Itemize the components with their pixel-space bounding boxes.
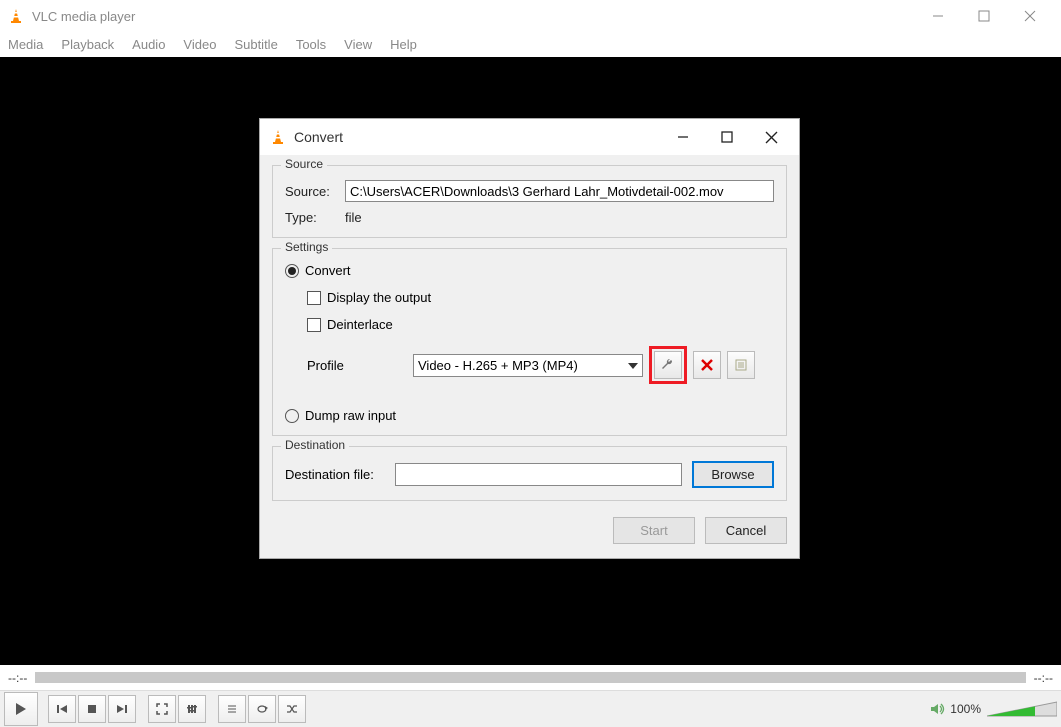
main-titlebar: VLC media player	[0, 0, 1061, 32]
wrench-icon	[660, 357, 676, 373]
fullscreen-button[interactable]	[148, 695, 176, 723]
source-input[interactable]	[345, 180, 774, 202]
display-output-label: Display the output	[327, 290, 431, 305]
edit-profile-highlight	[649, 346, 687, 384]
menu-playback[interactable]: Playback	[61, 37, 114, 52]
source-label: Source:	[285, 184, 345, 199]
close-button[interactable]	[1007, 0, 1053, 32]
browse-button[interactable]: Browse	[692, 461, 774, 488]
menu-audio[interactable]: Audio	[132, 37, 165, 52]
dialog-maximize-button[interactable]	[709, 123, 745, 151]
dialog-minimize-button[interactable]	[665, 123, 701, 151]
menu-tools[interactable]: Tools	[296, 37, 326, 52]
vlc-cone-icon	[8, 8, 24, 24]
settings-legend: Settings	[281, 240, 332, 254]
menu-subtitle[interactable]: Subtitle	[234, 37, 277, 52]
destination-input[interactable]	[395, 463, 682, 486]
source-legend: Source	[281, 157, 327, 171]
delete-profile-button[interactable]	[693, 351, 721, 379]
destination-label: Destination file:	[285, 467, 385, 482]
checkbox-icon	[307, 318, 321, 332]
new-profile-button[interactable]	[727, 351, 755, 379]
convert-radio-label: Convert	[305, 263, 351, 278]
dialog-title: Convert	[294, 129, 665, 145]
seek-track[interactable]	[35, 672, 1025, 683]
time-remaining: --:--	[1034, 671, 1053, 685]
random-button[interactable]	[278, 695, 306, 723]
maximize-button[interactable]	[961, 0, 1007, 32]
deinterlace-checkbox[interactable]: Deinterlace	[307, 317, 774, 332]
menu-help[interactable]: Help	[390, 37, 417, 52]
controls-bar: 100%	[0, 690, 1061, 727]
start-button[interactable]: Start	[613, 517, 695, 544]
display-output-checkbox[interactable]: Display the output	[307, 290, 774, 305]
volume-percent: 100%	[950, 702, 981, 716]
profile-value: Video - H.265 + MP3 (MP4)	[418, 358, 578, 373]
dump-raw-radio[interactable]: Dump raw input	[285, 408, 774, 423]
chevron-down-icon	[628, 359, 638, 374]
dialog-titlebar: Convert	[260, 119, 799, 155]
type-label: Type:	[285, 210, 345, 225]
stop-button[interactable]	[78, 695, 106, 723]
destination-groupbox: Destination Destination file: Browse	[272, 446, 787, 501]
profile-label: Profile	[307, 358, 407, 373]
menu-video[interactable]: Video	[183, 37, 216, 52]
minimize-button[interactable]	[915, 0, 961, 32]
main-title: VLC media player	[32, 9, 915, 24]
volume-slider[interactable]	[987, 700, 1057, 718]
radio-icon	[285, 409, 299, 423]
deinterlace-label: Deinterlace	[327, 317, 393, 332]
edit-profile-button[interactable]	[654, 351, 682, 379]
play-button[interactable]	[4, 692, 38, 726]
x-icon	[700, 358, 714, 372]
convert-dialog: Convert Source Source: Type: file Settin…	[259, 118, 800, 559]
source-groupbox: Source Source: Type: file	[272, 165, 787, 238]
new-profile-icon	[734, 358, 748, 372]
seekbar: --:-- --:--	[0, 665, 1061, 690]
playlist-button[interactable]	[218, 695, 246, 723]
convert-radio[interactable]: Convert	[285, 263, 774, 278]
speaker-icon[interactable]	[930, 702, 946, 716]
dialog-close-button[interactable]	[753, 123, 789, 151]
prev-button[interactable]	[48, 695, 76, 723]
dump-raw-label: Dump raw input	[305, 408, 396, 423]
menu-view[interactable]: View	[344, 37, 372, 52]
radio-icon	[285, 264, 299, 278]
menu-media[interactable]: Media	[8, 37, 43, 52]
cancel-button[interactable]: Cancel	[705, 517, 787, 544]
checkbox-icon	[307, 291, 321, 305]
settings-groupbox: Settings Convert Display the output Dein…	[272, 248, 787, 436]
destination-legend: Destination	[281, 438, 349, 452]
menubar: Media Playback Audio Video Subtitle Tool…	[0, 32, 1061, 57]
vlc-cone-icon	[270, 129, 286, 145]
profile-select[interactable]: Video - H.265 + MP3 (MP4)	[413, 354, 643, 377]
loop-button[interactable]	[248, 695, 276, 723]
time-elapsed: --:--	[8, 671, 27, 685]
ext-settings-button[interactable]	[178, 695, 206, 723]
next-button[interactable]	[108, 695, 136, 723]
type-value: file	[345, 210, 362, 225]
